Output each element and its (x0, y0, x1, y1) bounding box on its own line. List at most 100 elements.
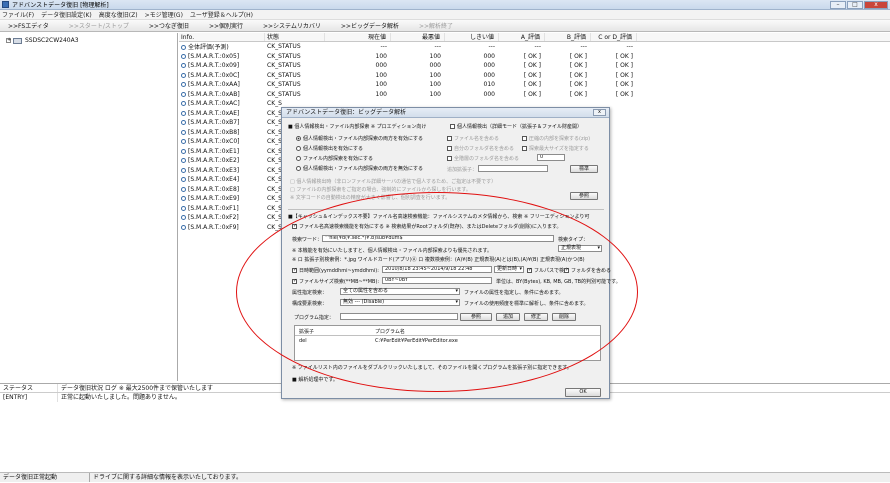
expand-icon[interactable]: + (6, 38, 11, 43)
table-row[interactable]: [S.M.A.R.T.:0x05] CK_STATUS 100 100 000 [ OK … (179, 52, 890, 62)
attr-select[interactable]: 全ての属性を含める (340, 288, 460, 295)
program-browse-button[interactable]: 参照 (460, 313, 492, 321)
menu-help[interactable]: ユーザ登録＆ヘルプ(H) (190, 10, 253, 19)
cell-info: [S.M.A.R.T.:0xB8] (179, 129, 265, 136)
cell-threshold: 000 (445, 62, 499, 69)
col-cd-eval[interactable]: C or D_評価 (591, 33, 637, 41)
col-state[interactable]: 状態 (265, 33, 325, 41)
tree-node-drive[interactable]: + SSDSC2CW240A3 (6, 37, 171, 44)
menu-module[interactable]: >モジ管理(G) (145, 10, 183, 19)
program-edit-button[interactable]: 修正 (524, 313, 548, 321)
cell-text: [S.M.A.R.T.:0xF1] (188, 204, 239, 212)
include-folder-checkbox[interactable]: ✓ フォルダを含める (564, 267, 611, 274)
cell-b-eval: [ OK ] (545, 53, 591, 60)
cell-text: [S.M.A.R.T.:0xC0] (188, 138, 240, 146)
table-row[interactable]: [S.M.A.R.T.:0xAB] CK_STATUS 100 100 000 [ OK … (179, 90, 890, 100)
opt-zip[interactable]: 圧縮の内部を探索する(zip) (522, 135, 590, 142)
cell-a-eval: [ OK ] (499, 53, 545, 60)
status-diamond-icon (181, 177, 186, 183)
toolbar-bigdata[interactable]: >>ビッグデータ解析 (341, 21, 399, 30)
menu-advanced[interactable]: 高度な復旧(Z) (99, 10, 138, 19)
toolbar-start-stop[interactable]: >>スタート/ストップ (69, 21, 129, 30)
menu-file[interactable]: ファイル(F) (2, 10, 34, 19)
cell-threshold: --- (445, 43, 499, 50)
toolbar-connect-recovery[interactable]: >>つなぎ復旧 (149, 21, 189, 30)
opt-own-folder[interactable]: 自分のフォルダ名を含める (447, 145, 514, 152)
search-type-select[interactable]: 正規表現 (558, 245, 602, 252)
sig-select[interactable]: 無効 --- (Disable) (340, 299, 460, 306)
dialog-close-button[interactable]: ⅹ (593, 109, 606, 116)
radio-search-enable[interactable]: ファイル内部探索を有効にする (296, 155, 373, 162)
cell-text: [ OK ] (569, 90, 587, 98)
search-word-input[interactable]: ^file(¥d(¥.sec.*)¥.b)sub¥dum$ (322, 235, 554, 242)
check-icon: ✓ (292, 267, 298, 273)
opt-filename[interactable]: ファイル名を含める (447, 135, 499, 142)
window-controls: – □ x (830, 1, 888, 9)
date-kind-select[interactable]: 更新日時 (494, 266, 524, 273)
radio-both-enable[interactable]: 個人情報検出・ファイル内部探索の両方を有効にする (296, 135, 423, 142)
close-button[interactable]: x (864, 1, 888, 9)
col-info[interactable]: Info. (179, 33, 265, 41)
size-search-checkbox[interactable]: ✓ ファイルサイズ検索(**MB~**MB): (292, 278, 379, 285)
toolbar-system-recovery[interactable]: >>システムリカバリ (263, 21, 321, 30)
extra-ext-input[interactable] (478, 165, 548, 172)
cell-info: [S.M.A.R.T.:0xE4] (179, 176, 265, 183)
radio-both-disable[interactable]: 個人情報検出・ファイル内部探索の両方を無効にする (296, 165, 423, 172)
menu-recovery-settings[interactable]: データ復旧設定(K) (41, 10, 92, 19)
col-worst[interactable]: 最悪値 (391, 33, 445, 41)
col-b-eval[interactable]: B_評価 (545, 33, 591, 41)
cell-text: --- (534, 43, 542, 51)
fast-search-checkbox[interactable]: ✓ ファイル名高速検索機能を有効にする ※ 検索結果がRootフォルダ(既存)、ま… (292, 223, 561, 230)
table-row[interactable]: [S.M.A.R.T.:0x0C] CK_STATUS 100 100 000 [ OK … (179, 71, 890, 81)
toolbar-fs-editor[interactable]: >>FSエディタ (8, 21, 49, 30)
ok-button[interactable]: OK (565, 388, 601, 397)
radio1-label: 個人情報検出・ファイル内部探索の両方を有効にする (303, 136, 424, 142)
col-a-eval[interactable]: A_評価 (499, 33, 545, 41)
size-range-input[interactable]: 0BY~0BY (382, 277, 492, 284)
prog-row-ext[interactable]: del (299, 338, 307, 344)
cell-text: [ OK ] (569, 71, 587, 79)
radio-detect-enable[interactable]: 個人情報検出を有効にする (296, 145, 363, 152)
date-range-input[interactable]: 2010/8/18 23:45~2014/9/18 22:48 (382, 266, 492, 273)
table-row[interactable]: 全体評価(予測) CK_STATUS --- --- --- --- --- --- (179, 42, 890, 52)
cell-text: [ OK ] (523, 81, 541, 89)
cell-info: [S.M.A.R.T.:0x0C] (179, 72, 265, 79)
status-diamond-icon (181, 63, 186, 69)
cell-text: CK_S (267, 147, 282, 155)
note-browse-button[interactable]: 参照 (570, 192, 598, 200)
date-range-checkbox[interactable]: ✓ 日時範囲(yymddhmi~ymddhmi): (292, 267, 379, 274)
minimize-button[interactable]: – (830, 1, 846, 9)
opt-zip-label: 圧縮の内部を探索する(zip) (529, 136, 591, 142)
cell-current: 100 (325, 81, 391, 88)
cell-worst: --- (391, 43, 445, 50)
col-threshold[interactable]: しきい値 (445, 33, 499, 41)
cell-text: [ OK ] (523, 52, 541, 60)
maximize-button[interactable]: □ (847, 1, 863, 9)
cell-text: [S.M.A.R.T.:0xB7] (188, 119, 240, 127)
col-current[interactable]: 現在値 (325, 33, 391, 41)
cell-info: [S.M.A.R.T.:0xE9] (179, 195, 265, 202)
max-size-input[interactable]: 0 (537, 154, 565, 161)
toolbar-analysis-end[interactable]: >>解析終了 (419, 21, 453, 30)
program-list: 拡張子 プログラム名 del C:¥PerEdit¥PerEdit¥PerEdi… (294, 325, 601, 361)
program-input[interactable] (340, 313, 458, 320)
mode-detail-checkbox[interactable]: 個人情報検出（詳細モード（拡張子＆ファイル財産開） (450, 123, 582, 130)
toolbar-individual-run[interactable]: >>個別実行 (209, 21, 243, 30)
title-bar: アドバンストデータ復旧 [物理解析] – □ x (0, 0, 890, 10)
dialog-title-text: アドバンストデータ復旧：ビッグデータ解析 (286, 109, 407, 116)
cell-text: CK_S (267, 195, 282, 203)
program-delete-button[interactable]: 削除 (552, 313, 576, 321)
statusbar-state: データ復旧正常起動 (0, 473, 90, 482)
table-row[interactable]: [S.M.A.R.T.:0x09] CK_STATUS 000 000 000 [ OK … (179, 61, 890, 71)
opt-all-folders[interactable]: 全階層のフォルダ名を含める (447, 155, 519, 162)
cell-info: [S.M.A.R.T.:0xE1] (179, 148, 265, 155)
statusbar-message: ドライブに関する詳細な情報を表示いたしております。 (93, 474, 243, 481)
prog-row-name[interactable]: C:¥PerEdit¥PerEdit¥PerEditor.exe (375, 338, 458, 344)
status-entry: [ENTRY] (0, 393, 58, 402)
opt-max-size[interactable]: 探索最大サイズを指定する (522, 145, 589, 152)
cell-current: --- (325, 43, 391, 50)
fullpath-checkbox[interactable]: ✓ フルパスで検索 (527, 267, 569, 274)
table-row[interactable]: [S.M.A.R.T.:0xAA] CK_STATUS 100 100 010 [ OK … (179, 80, 890, 90)
standard-button[interactable]: 標準 (570, 165, 598, 173)
program-add-button[interactable]: 追加 (496, 313, 520, 321)
